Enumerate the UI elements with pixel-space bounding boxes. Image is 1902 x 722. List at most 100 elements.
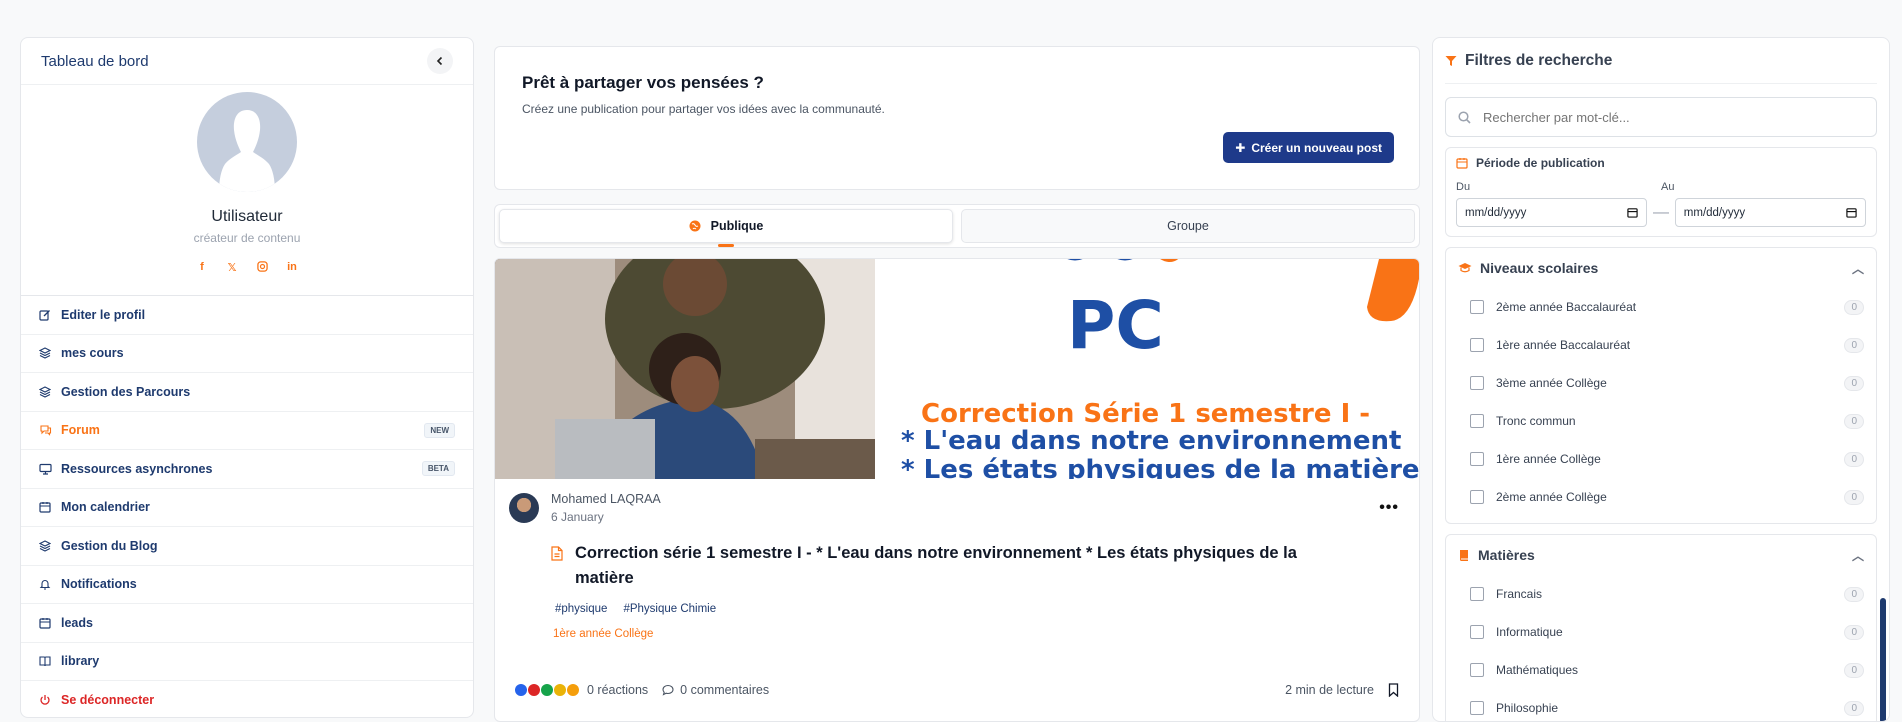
calendar-picker-icon[interactable] [1627,207,1638,218]
banner-line-2: * L'eau dans notre environnement [901,426,1402,456]
option-count: 0 [1844,413,1864,429]
level-option[interactable]: 2ème année Baccalauréat 0 [1458,288,1864,326]
collapse-sidebar-button[interactable] [427,48,453,74]
layers-icon [39,540,61,552]
sidebar-item-calendar[interactable]: Mon calendrier [21,489,473,527]
globe-icon [689,220,701,232]
post-footer: 0 réactions 0 commentaires 2 min de lect… [515,683,1399,697]
post-composer: Prêt à partager vos pensées ? Créez une … [494,46,1420,190]
cover-banner: PC Correction Série 1 semestre I - * L'e… [875,259,1419,479]
level-option[interactable]: 1ère année Baccalauréat 0 [1458,326,1864,364]
option-count: 0 [1844,700,1864,716]
bell-icon [39,578,61,590]
x-icon[interactable]: 𝕏 [226,261,238,275]
chevron-up-icon[interactable]: ︿ [1852,260,1864,277]
sidebar-item-label: Editer le profil [61,307,146,322]
author-avatar[interactable] [509,493,539,523]
level-option[interactable]: Tronc commun 0 [1458,402,1864,440]
post-card[interactable]: PC Correction Série 1 semestre I - * L'e… [494,258,1420,722]
profile-role: créateur de contenu [193,231,301,245]
checkbox[interactable] [1470,663,1484,677]
tab-label: Groupe [1167,219,1209,233]
levels-header[interactable]: Niveaux scolaires ︿ [1458,248,1864,288]
bookmark-icon[interactable] [1388,683,1399,697]
checkbox[interactable] [1470,452,1484,466]
level-option[interactable]: 3ème année Collège 0 [1458,364,1864,402]
sidebar-item-blog[interactable]: Gestion du Blog [21,527,473,566]
like-icon [515,684,527,696]
search-box[interactable] [1445,97,1877,137]
search-input[interactable] [1483,109,1864,125]
sidebar-item-async-resources[interactable]: Ressources asynchrones BETA [21,450,473,489]
power-icon [39,694,61,706]
level-option[interactable]: 2ème année Collège 0 [1458,478,1864,516]
checkbox[interactable] [1470,701,1484,715]
checkbox[interactable] [1470,376,1484,390]
post-level[interactable]: 1ère année Collège [553,628,653,640]
level-option[interactable]: 1ère année Collège 0 [1458,440,1864,478]
subject-option[interactable]: Francais 0 [1458,575,1864,613]
more-options-icon[interactable]: ••• [1379,499,1399,517]
date-to-input[interactable]: mm/dd/yyyy [1674,198,1866,227]
checkbox[interactable] [1470,587,1484,601]
sidebar-item-label: Ressources asynchrones [61,461,213,476]
feed: Prêt à partager vos pensées ? Créez une … [494,46,1420,722]
option-label: Informatique [1496,625,1563,639]
tab-group[interactable]: Groupe [961,209,1415,243]
comment-icon [662,684,674,696]
avatar[interactable] [197,92,297,192]
sidebar-item-notifications[interactable]: Notifications [21,566,473,604]
checkbox[interactable] [1470,490,1484,504]
idea-icon [554,684,566,696]
subject-option[interactable]: Informatique 0 [1458,613,1864,651]
create-post-label: Créer un nouveau post [1251,140,1382,155]
chevron-up-icon[interactable]: ︿ [1852,547,1864,564]
sidebar-item-label: Gestion des Parcours [61,384,191,399]
date-from-input[interactable]: mm/dd/yyyy [1456,198,1648,227]
plus-icon: ✚ [1235,140,1246,155]
checkbox[interactable] [1470,300,1484,314]
checkbox[interactable] [1470,338,1484,352]
option-count: 0 [1844,375,1864,391]
sidebar-item-logout[interactable]: Se déconnecter [21,681,473,717]
post-author[interactable]: Mohamed LAQRAA 6 January [509,492,661,524]
option-label: Philosophie [1496,701,1559,715]
post-tags: #physique #Physique Chimie [555,603,716,615]
author-name[interactable]: Mohamed LAQRAA [551,492,661,506]
subject-option[interactable]: Philosophie 0 [1458,689,1864,721]
sidebar-item-edit-profile[interactable]: Editer le profil [21,296,473,335]
tag[interactable]: #physique [555,603,607,615]
sidebar-item-parcours[interactable]: Gestion des Parcours [21,373,473,412]
checkbox[interactable] [1470,414,1484,428]
edit-icon [39,309,61,321]
option-label: 2ème année Baccalauréat [1496,300,1637,314]
facebook-icon[interactable]: f [196,261,208,275]
book-icon [39,655,61,667]
sidebar-item-label: Gestion du Blog [61,538,158,553]
sidebar-item-leads[interactable]: leads [21,604,473,643]
tab-public[interactable]: Publique [499,209,953,247]
sidebar-item-label: Se déconnecter [61,693,155,708]
post-title[interactable]: Correction série 1 semestre I - * L'eau … [575,541,1351,591]
tag[interactable]: #Physique Chimie [623,603,716,615]
post-title-row: Correction série 1 semestre I - * L'eau … [551,541,1351,591]
calendar-icon [39,501,61,513]
date-from-value: mm/dd/yyyy [1465,206,1527,219]
subjects-header[interactable]: Matières ︿ [1458,535,1864,575]
reaction-icons[interactable] [515,684,579,696]
sidebar-item-forum[interactable]: Forum NEW [21,412,473,450]
banner-line-1: Correction Série 1 semestre I - [921,399,1371,429]
reactions-count[interactable]: 0 réactions [587,683,648,697]
instagram-icon[interactable] [256,261,268,275]
logo-graphic [1067,259,1179,262]
sidebar-item-my-courses[interactable]: mes cours [21,335,473,373]
filters-title: Filtres de recherche [1465,51,1613,69]
checkbox[interactable] [1470,625,1484,639]
linkedin-icon[interactable]: in [286,261,298,275]
create-post-button[interactable]: ✚ Créer un nouveau post [1223,132,1394,163]
subject-option[interactable]: Mathématiques 0 [1458,651,1864,689]
calendar-picker-icon[interactable] [1846,207,1857,218]
sidebar-item-library[interactable]: library [21,643,473,681]
comments-link[interactable]: 0 commentaires [662,683,769,697]
filters-scrollbar[interactable] [1880,598,1886,721]
